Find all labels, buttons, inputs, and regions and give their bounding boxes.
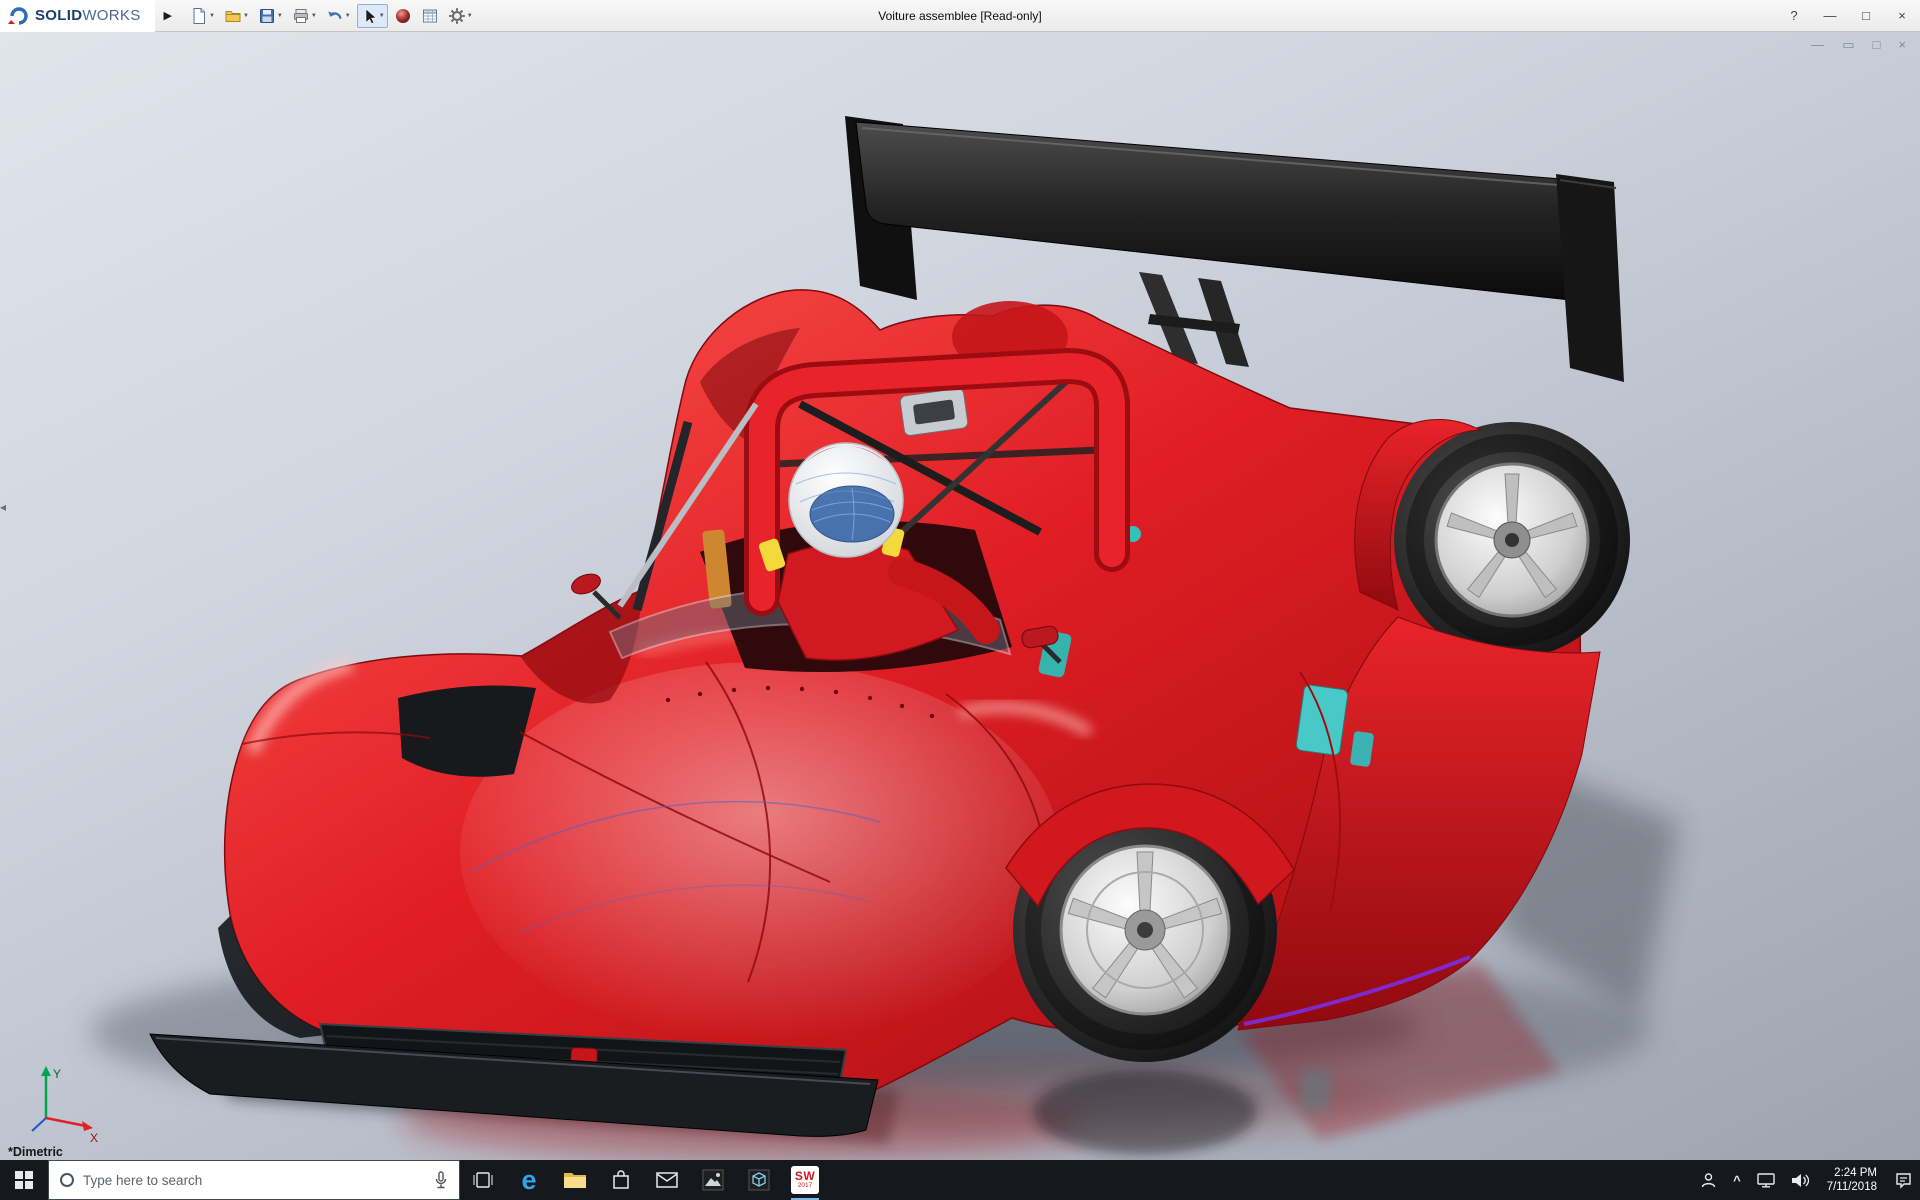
dropdown-caret[interactable]: ▼ [277, 13, 283, 19]
search-icon [60, 1173, 74, 1187]
task-view-button[interactable] [460, 1160, 506, 1200]
titlebar: SOLIDWORKS ▶ ▼ ▼ ▼ ▼ ▼ ▼ ▼ Voiture assem… [0, 0, 1920, 32]
print-icon [293, 8, 308, 23]
file-explorer-icon [564, 1173, 586, 1188]
mail-icon [656, 1172, 678, 1188]
windows-logo-icon [15, 1171, 33, 1189]
appearance-button[interactable] [391, 4, 415, 28]
network-button[interactable] [1749, 1160, 1783, 1200]
taskbar-app-edge[interactable]: e [506, 1160, 552, 1200]
undo-icon [327, 10, 342, 19]
windows-taskbar: e [0, 1160, 1920, 1200]
photos-icon [702, 1169, 724, 1191]
people-button[interactable] [1692, 1160, 1725, 1200]
volume-button[interactable] [1783, 1160, 1817, 1200]
taskbar-clock[interactable]: 2:24 PM 7/11/2018 [1817, 1160, 1887, 1200]
minimize-button[interactable]: — [1812, 0, 1848, 31]
triad-x-label: X [90, 1131, 98, 1145]
triad-y-label: Y [53, 1067, 61, 1081]
clock-time: 2:24 PM [1834, 1167, 1877, 1179]
system-tray: ^ 2:24 PM 7/11/2018 [1692, 1160, 1920, 1200]
close-button[interactable]: × [1884, 0, 1920, 31]
design-table-button[interactable] [418, 4, 442, 28]
chevron-up-icon: ^ [1733, 1172, 1741, 1188]
doc-minimize-icon[interactable]: — [1811, 37, 1824, 53]
standard-toolbar: ▼ ▼ ▼ ▼ ▼ ▼ ▼ [181, 3, 476, 28]
design-table-icon [422, 9, 437, 22]
start-button[interactable] [0, 1160, 48, 1200]
window-title: Voiture assemblee [Read-only] [878, 8, 1042, 23]
action-center-icon [1896, 1172, 1911, 1189]
hidden-icons-button[interactable]: ^ [1725, 1160, 1749, 1200]
document-window-controls: — ▭ □ × [1811, 37, 1906, 53]
gear-icon [448, 7, 465, 24]
solidworks-window: SOLIDWORKS ▶ ▼ ▼ ▼ ▼ ▼ ▼ ▼ Voiture assem… [0, 0, 1920, 1200]
view-orientation-label: *Dimetric [8, 1145, 63, 1159]
microphone-icon[interactable] [434, 1171, 448, 1189]
open-document-icon [225, 10, 241, 22]
solidworks-wordmark: SOLIDWORKS [35, 7, 141, 24]
solidworks-logo: SOLIDWORKS [0, 0, 155, 32]
dropdown-caret[interactable]: ▼ [345, 13, 351, 19]
save-icon [259, 8, 274, 23]
doc-restore-icon[interactable]: ▭ [1842, 37, 1854, 53]
print-button[interactable]: ▼ [289, 4, 320, 28]
dropdown-caret[interactable]: ▼ [467, 13, 473, 19]
dropdown-caret[interactable]: ▼ [243, 13, 249, 19]
clock-date: 7/11/2018 [1826, 1181, 1877, 1193]
select-cursor-icon [365, 7, 377, 24]
taskbar-app-store[interactable] [598, 1160, 644, 1200]
task-view-icon [473, 1172, 493, 1188]
dropdown-caret[interactable]: ▼ [209, 13, 215, 19]
options-button[interactable]: ▼ [445, 4, 476, 28]
network-icon [1756, 1172, 1775, 1187]
speaker-icon [1791, 1173, 1809, 1187]
car-model-render[interactable]: Y X [0, 32, 1920, 1160]
taskbar-app-solidworks[interactable]: SW 2017 [782, 1160, 828, 1200]
select-tool-button[interactable]: ▼ [356, 3, 388, 28]
dassault-3ds-icon [8, 6, 28, 25]
doc-maximize-icon[interactable]: □ [1873, 37, 1881, 53]
window-controls: ? — □ × [1776, 0, 1920, 31]
save-button[interactable]: ▼ [255, 4, 286, 28]
dropdown-caret[interactable]: ▼ [311, 13, 317, 19]
graphics-viewport[interactable]: Y X — ▭ □ × ◂ *Dimetric [0, 32, 1920, 1160]
rear-wheel[interactable] [1394, 422, 1630, 658]
taskbar-app-mail[interactable] [644, 1160, 690, 1200]
open-document-button[interactable]: ▼ [221, 4, 252, 28]
orientation-triad[interactable]: Y X [31, 1066, 98, 1145]
people-icon [1701, 1172, 1716, 1187]
new-document-button[interactable]: ▼ [187, 4, 218, 28]
action-center-button[interactable] [1887, 1160, 1920, 1200]
3d-viewer-icon [748, 1169, 770, 1191]
dropdown-caret[interactable]: ▼ [379, 13, 385, 19]
taskbar-app-file-explorer[interactable] [552, 1160, 598, 1200]
appearance-sphere-icon [395, 8, 410, 23]
help-button[interactable]: ? [1776, 0, 1812, 31]
edge-icon: e [521, 1164, 537, 1195]
taskbar-search[interactable] [48, 1160, 460, 1200]
taskbar-app-3d-viewer[interactable] [736, 1160, 782, 1200]
store-icon [613, 1170, 629, 1189]
taskbar-app-photos[interactable] [690, 1160, 736, 1200]
undo-button[interactable]: ▼ [323, 4, 354, 28]
panel-collapse-arrow[interactable]: ◂ [0, 500, 6, 514]
doc-close-icon[interactable]: × [1898, 37, 1906, 53]
search-input[interactable] [83, 1172, 425, 1188]
new-document-icon [193, 7, 205, 24]
maximize-button[interactable]: □ [1848, 0, 1884, 31]
toolbar-expand-button[interactable]: ▶ [155, 0, 181, 32]
solidworks-app-icon: SW 2017 [791, 1166, 819, 1194]
